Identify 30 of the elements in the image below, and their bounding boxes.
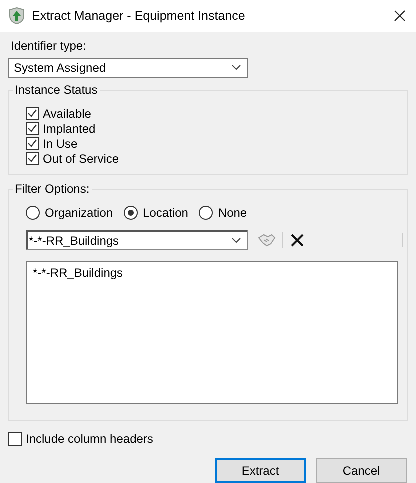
cancel-button[interactable]: Cancel [316,458,407,483]
checkbox-label: In Use [43,136,78,150]
checkbox-label: Out of Service [43,152,120,166]
radio-button[interactable] [124,206,138,220]
radio-label: Organization [45,206,114,220]
checkbox-label: Implanted [43,122,96,136]
identifier-type-dropdown[interactable]: System Assigned [8,58,248,78]
radio-button[interactable] [199,206,214,220]
chevron-icon [232,65,241,71]
checkbox-label: Include column headers [26,432,154,446]
checkbox[interactable] [26,137,39,150]
shield-icon [8,7,26,25]
radio-label: Location [143,206,188,220]
checkbox[interactable] [26,107,39,120]
checkbox[interactable] [8,432,22,446]
checkbox[interactable] [26,122,39,135]
close-icon[interactable] [394,10,406,22]
group-title: Instance Status [13,83,100,97]
identifier-type-label: Identifier type: [11,39,88,53]
group-title: Filter Options: [13,182,92,196]
filter-dropdown[interactable]: *-*-RR_Buildings [26,230,248,250]
chevron-icon [232,238,241,244]
list-item[interactable]: *-*-RR_Buildings [33,266,124,280]
window-title: Extract Manager - Equipment Instance [32,9,246,23]
radio-button[interactable] [26,206,40,220]
extract-button[interactable]: Extract [215,458,306,483]
checkbox[interactable] [26,152,39,165]
delete-icon[interactable] [291,234,304,246]
radio-label: None [218,206,248,220]
checkbox-label: Available [43,106,92,120]
